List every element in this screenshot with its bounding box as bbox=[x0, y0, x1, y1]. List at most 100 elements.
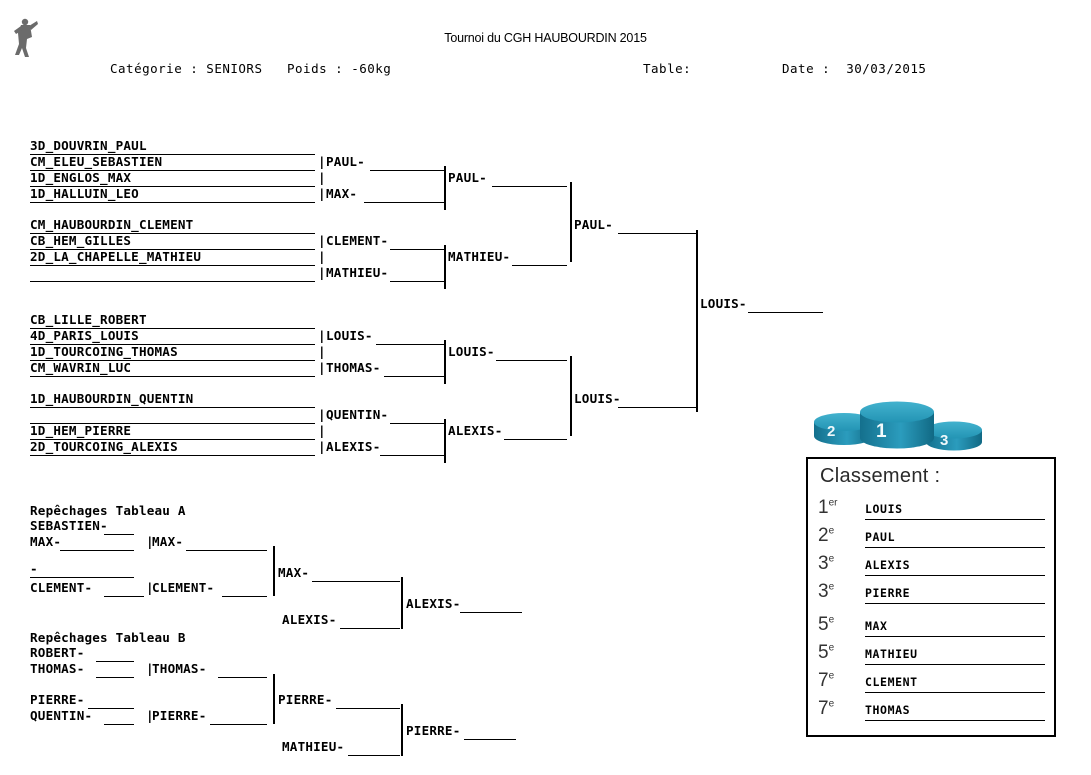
winner-rule bbox=[364, 202, 445, 203]
table-field: Table: bbox=[643, 61, 692, 76]
rank-name[interactable]: ALEXIS bbox=[865, 558, 1045, 576]
connector-pipe: | bbox=[318, 170, 326, 185]
winner-rule bbox=[312, 581, 400, 582]
repechage-winner[interactable]: PIERRE- bbox=[278, 693, 332, 707]
rank-name[interactable]: CLEMENT bbox=[865, 675, 1045, 693]
bracket-entry[interactable]: 3D_DOUVRIN_PAUL bbox=[30, 139, 147, 153]
bracket-winner[interactable]: QUENTIN- bbox=[326, 408, 388, 422]
repechage-winner[interactable]: ALEXIS- bbox=[282, 613, 336, 627]
rank-row: 1er LOUIS bbox=[818, 497, 1048, 524]
entry-rule bbox=[60, 550, 134, 551]
repechage-winner[interactable]: THOMAS- bbox=[152, 662, 206, 676]
winner-rule bbox=[336, 708, 400, 709]
entry-rule bbox=[30, 577, 134, 578]
repechage-winner[interactable]: MAX- bbox=[152, 535, 183, 549]
repechage-winner[interactable]: MATHIEU- bbox=[282, 740, 344, 754]
repechage-winner[interactable]: MAX- bbox=[278, 566, 309, 580]
bracket-entry[interactable]: 1D_HAUBOURDIN_QUENTIN bbox=[30, 392, 193, 406]
connector-pipe: | bbox=[318, 186, 326, 201]
bracket-winner[interactable]: MATHIEU- bbox=[448, 250, 510, 264]
winner-rule bbox=[390, 249, 445, 250]
connector-pipe: | bbox=[318, 233, 326, 248]
repechage-winner[interactable]: CLEMENT- bbox=[152, 581, 214, 595]
rank-row: 2e PAUL bbox=[818, 525, 1048, 552]
bracket-entry[interactable]: CB_LILLE_ROBERT bbox=[30, 313, 147, 327]
rank-position: 5e bbox=[818, 614, 835, 635]
rank-name[interactable]: PAUL bbox=[865, 530, 1045, 548]
bracket-winner[interactable]: LOUIS- bbox=[326, 329, 373, 343]
bracket-winner[interactable]: ALEXIS- bbox=[326, 440, 380, 454]
entry-rule bbox=[104, 596, 144, 597]
entry-rule bbox=[30, 376, 315, 377]
entry-rule bbox=[88, 708, 134, 709]
winner-rule bbox=[340, 628, 400, 629]
connector-pipe: | bbox=[318, 344, 326, 359]
bracket-entry[interactable]: 1D_HEM_PIERRE bbox=[30, 424, 131, 438]
bracket-entry[interactable]: 2D_LA_CHAPELLE_MATHIEU bbox=[30, 250, 201, 264]
repechage-entry[interactable]: CLEMENT- bbox=[30, 581, 92, 595]
bracket-entry[interactable]: 2D_TOURCOING_ALEXIS bbox=[30, 440, 178, 454]
bracket-winner[interactable]: PAUL- bbox=[326, 155, 365, 169]
category-field: Catégorie : SENIORS bbox=[110, 61, 263, 76]
bracket-winner[interactable]: MAX- bbox=[326, 187, 357, 201]
rank-name[interactable]: MATHIEU bbox=[865, 647, 1045, 665]
connector-pipe: | bbox=[318, 423, 326, 438]
bracket-entry[interactable]: 4D_PARIS_LOUIS bbox=[30, 329, 139, 343]
winner-rule bbox=[390, 423, 445, 424]
bracket-winner[interactable]: LOUIS- bbox=[448, 345, 495, 359]
svg-text:1: 1 bbox=[876, 421, 887, 442]
entry-rule bbox=[96, 661, 134, 662]
winner-rule bbox=[380, 455, 445, 456]
repechage-entry[interactable]: QUENTIN- bbox=[30, 709, 92, 723]
connector-bar bbox=[273, 546, 275, 596]
winner-rule bbox=[384, 376, 445, 377]
entry-rule bbox=[30, 281, 315, 282]
bracket-entry[interactable]: CM_WAVRIN_LUC bbox=[30, 361, 131, 375]
entry-rule bbox=[104, 724, 134, 725]
bracket-entry[interactable]: 1D_ENGLOS_MAX bbox=[30, 171, 131, 185]
rank-name[interactable]: LOUIS bbox=[865, 502, 1045, 520]
winner-rule bbox=[186, 550, 267, 551]
repechage-entry[interactable]: MAX- bbox=[30, 535, 61, 549]
repechage-bronze[interactable]: PIERRE- bbox=[406, 724, 460, 738]
repechage-entry[interactable]: SEBASTIEN- bbox=[30, 519, 108, 533]
winner-rule bbox=[218, 677, 267, 678]
connector-bar bbox=[444, 340, 446, 384]
bracket-winner[interactable]: PAUL- bbox=[448, 171, 487, 185]
repechage-entry[interactable]: ROBERT- bbox=[30, 646, 84, 660]
bracket-entry[interactable]: CM_HAUBOURDIN_CLEMENT bbox=[30, 218, 193, 232]
repechage-bronze[interactable]: ALEXIS- bbox=[406, 597, 460, 611]
winner-rule bbox=[618, 233, 696, 234]
winner-rule bbox=[376, 344, 445, 345]
rank-name[interactable]: PIERRE bbox=[865, 586, 1045, 604]
winner-rule bbox=[370, 170, 445, 171]
bracket-winner[interactable]: ALEXIS- bbox=[448, 424, 502, 438]
entry-rule bbox=[30, 455, 315, 456]
connector-bar bbox=[401, 577, 403, 629]
bracket-entry[interactable]: CB_HEM_GILLES bbox=[30, 234, 131, 248]
repechage-winner[interactable]: PIERRE- bbox=[152, 709, 206, 723]
winner-rule bbox=[460, 612, 522, 613]
repechage-entry[interactable]: - bbox=[30, 562, 38, 576]
bracket-winner[interactable]: CLEMENT- bbox=[326, 234, 388, 248]
bracket-winner[interactable]: LOUIS- bbox=[574, 392, 621, 406]
connector-bar bbox=[570, 356, 572, 436]
bracket-entry[interactable]: 1D_TOURCOING_THOMAS bbox=[30, 345, 178, 359]
rank-name[interactable]: MAX bbox=[865, 619, 1045, 637]
classement-panel: Classement : 1er LOUIS 2e PAUL 3e ALEXIS… bbox=[806, 457, 1056, 737]
winner-rule bbox=[496, 360, 567, 361]
bracket-winner[interactable]: THOMAS- bbox=[326, 361, 380, 375]
weight-field: Poids : -60kg bbox=[287, 61, 392, 76]
rank-name[interactable]: THOMAS bbox=[865, 703, 1045, 721]
bracket-entry[interactable]: 1D_HALLUIN_LEO bbox=[30, 187, 139, 201]
bracket-champion[interactable]: LOUIS- bbox=[700, 297, 747, 311]
repechage-entry[interactable]: THOMAS- bbox=[30, 662, 84, 676]
winner-rule bbox=[618, 407, 696, 408]
page-title: Tournoi du CGH HAUBOURDIN 2015 bbox=[444, 31, 647, 45]
repechage-entry[interactable]: PIERRE- bbox=[30, 693, 84, 707]
bracket-winner[interactable]: MATHIEU- bbox=[326, 266, 388, 280]
bracket-entry[interactable]: CM_ELEU_SEBASTIEN bbox=[30, 155, 162, 169]
bracket-winner[interactable]: PAUL- bbox=[574, 218, 613, 232]
connector-bar bbox=[273, 674, 275, 724]
rank-position: 7e bbox=[818, 698, 835, 719]
